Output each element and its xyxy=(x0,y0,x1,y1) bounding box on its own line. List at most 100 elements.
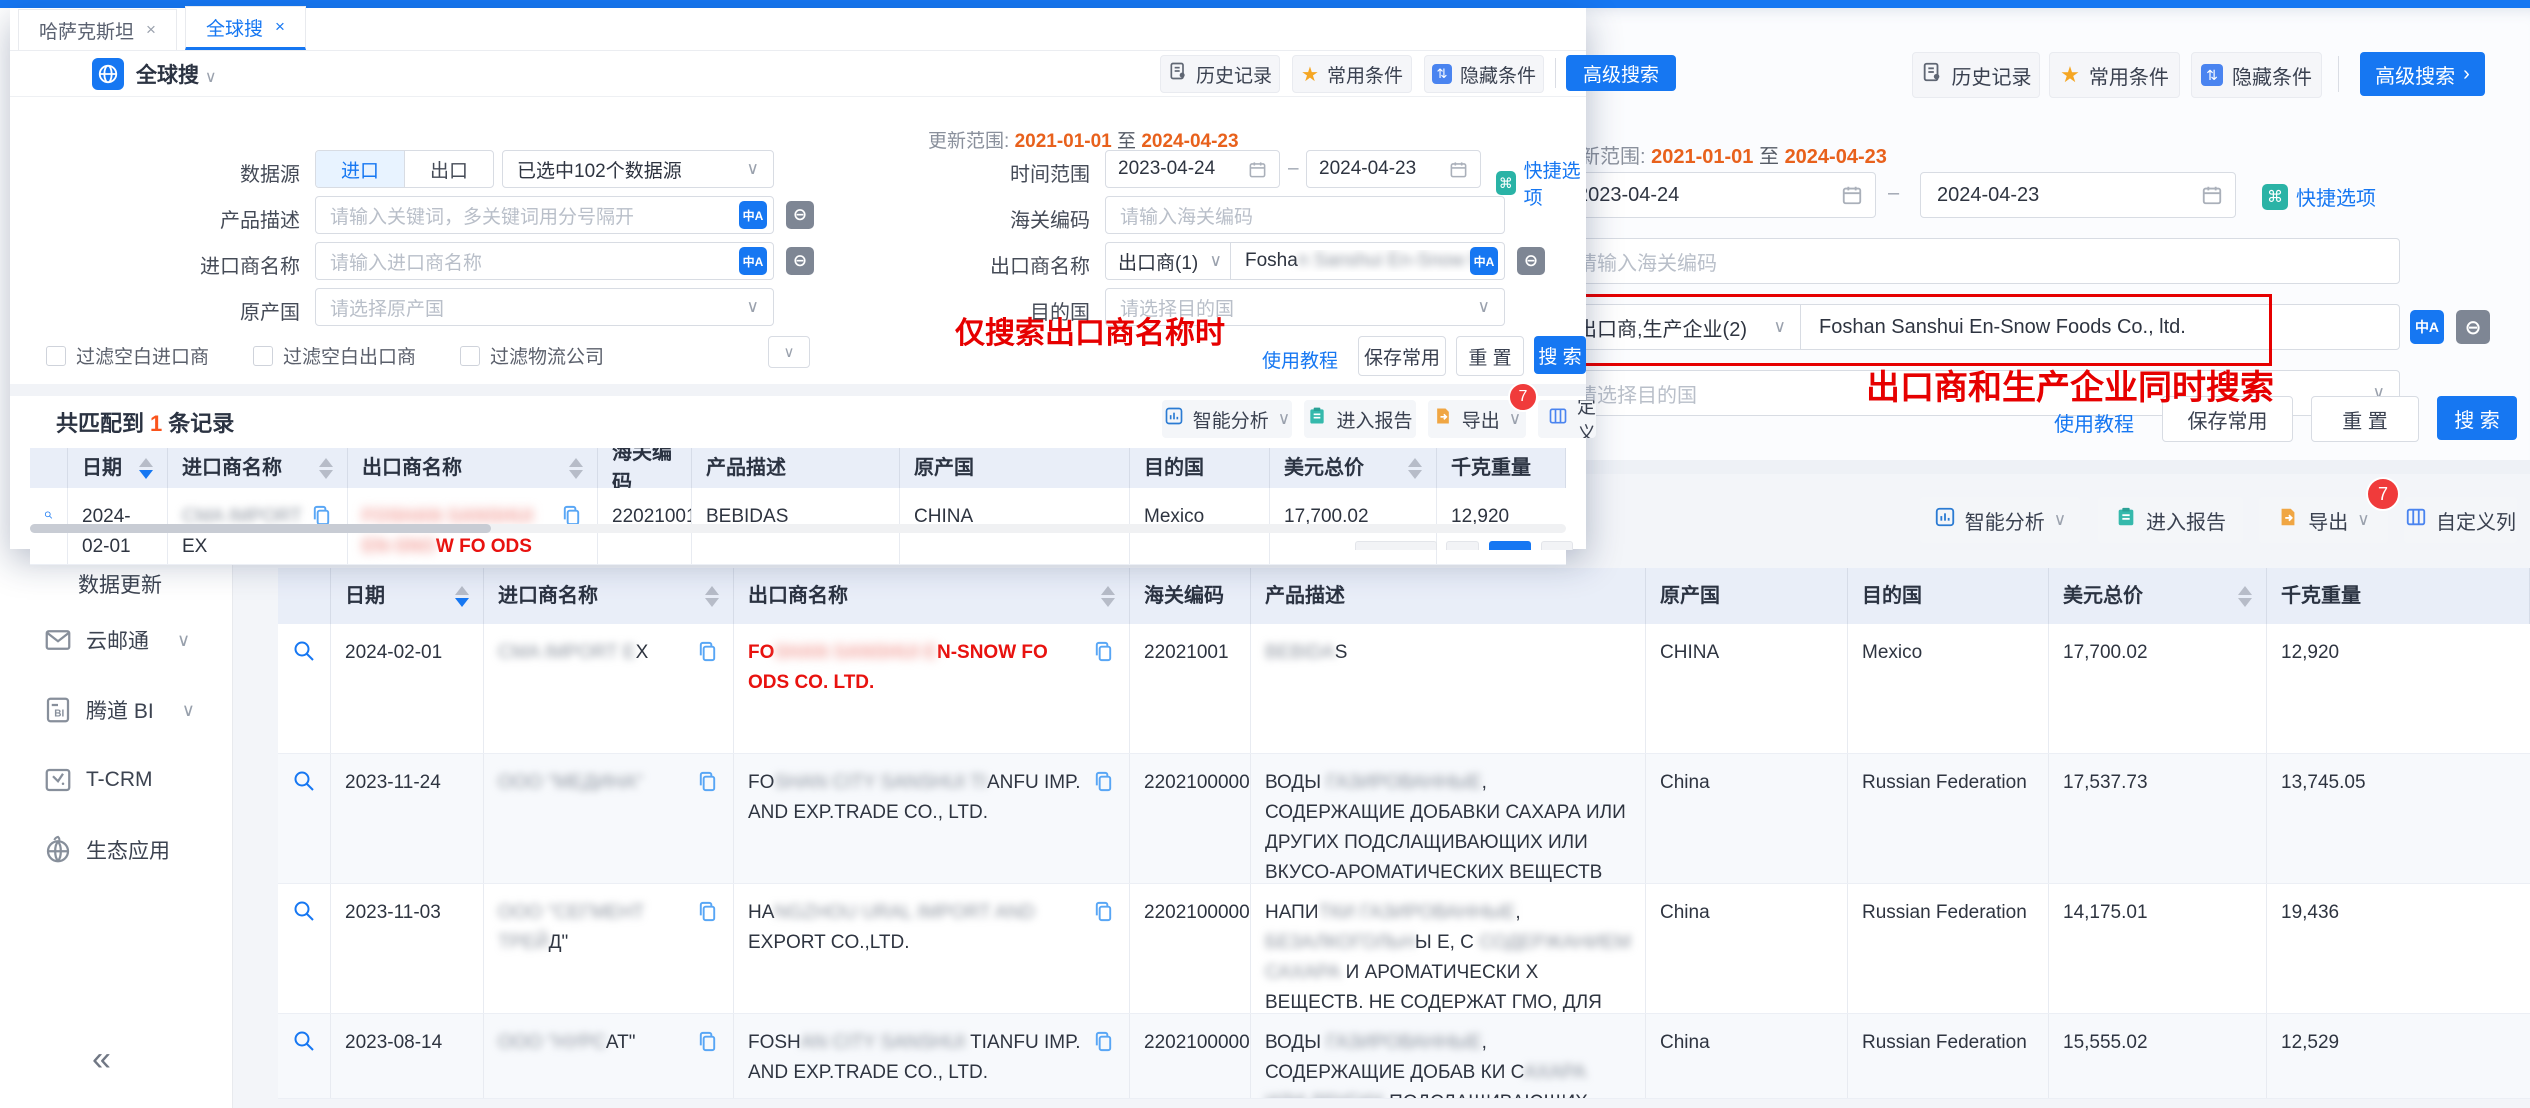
search-button[interactable]: 搜 索 xyxy=(2437,396,2517,440)
favorites-button[interactable]: ★ 常用条件 xyxy=(1292,55,1412,93)
custom-columns-button[interactable]: 自定义列 xyxy=(1538,400,1596,438)
custom-columns-button[interactable]: 自定义列 xyxy=(2404,497,2517,543)
date-from-input[interactable]: 2023-04-24 xyxy=(1105,150,1280,188)
column-header[interactable]: 千克重量 xyxy=(2267,568,2530,624)
date-to-input[interactable]: 2024-04-23 xyxy=(1920,172,2236,218)
reset-button[interactable]: 重 置 xyxy=(1456,336,1524,376)
filter-checkbox[interactable]: 过滤物流公司 xyxy=(460,342,604,369)
copy-icon[interactable] xyxy=(696,900,719,933)
date-to-input[interactable]: 2024-04-23 xyxy=(1306,150,1481,188)
sort-toggle[interactable] xyxy=(319,458,333,479)
column-header[interactable]: 产品描述 xyxy=(692,448,900,488)
tutorial-link[interactable]: 使用教程 xyxy=(1262,346,1338,373)
sort-toggle[interactable] xyxy=(1408,458,1422,479)
data-source-select[interactable]: 已选中102个数据源∨ xyxy=(502,150,774,188)
column-header[interactable]: 目的国 xyxy=(1848,568,2049,624)
row-zoom-icon[interactable] xyxy=(278,754,331,883)
table-row[interactable]: 2023-08-14ООО "НУРСАТ"FOSHAN CITY SANSHU… xyxy=(278,1014,2530,1099)
copy-icon[interactable] xyxy=(696,640,719,673)
toggle-export[interactable]: 出口 xyxy=(405,151,493,187)
translate-icon[interactable]: 中A xyxy=(739,247,767,275)
column-header[interactable]: 海关编码 xyxy=(1130,568,1251,624)
sort-toggle[interactable] xyxy=(139,458,153,479)
pagination-button[interactable] xyxy=(1355,541,1437,550)
toggle-import[interactable]: 进口 xyxy=(316,151,405,187)
column-header[interactable]: 日期 xyxy=(68,448,168,488)
column-header[interactable]: 目的国 xyxy=(1130,448,1270,488)
sort-toggle[interactable] xyxy=(455,586,469,607)
exporter-scope-select[interactable]: 出口商(1)∨ xyxy=(1105,242,1230,280)
sidebar-item-eco-apps[interactable]: 生态应用 xyxy=(0,826,232,874)
importer-input[interactable]: 请输入进口商名称 中A xyxy=(315,242,774,280)
enter-report-button[interactable]: 进入报告 xyxy=(1304,400,1416,438)
sort-toggle[interactable] xyxy=(2238,586,2252,607)
column-header[interactable]: 出口商名称 xyxy=(734,568,1130,624)
exclude-icon[interactable]: ⊖ xyxy=(786,201,814,229)
origin-select[interactable]: 请选择原产国∨ xyxy=(315,288,774,326)
row-zoom-icon[interactable] xyxy=(278,884,331,1013)
tab-global-search[interactable]: 全球搜× xyxy=(185,6,306,50)
copy-icon[interactable] xyxy=(696,770,719,803)
checkbox-icon[interactable] xyxy=(46,346,66,366)
checkbox-icon[interactable] xyxy=(460,346,480,366)
table-row[interactable]: 2023-11-03ООО "СЕГМЕНТ ТРЕЙД"HANGZHOU UR… xyxy=(278,884,2530,1014)
import-export-toggle[interactable]: 进口 出口 xyxy=(315,150,494,188)
translate-icon[interactable]: 中A xyxy=(1470,247,1498,275)
advanced-search-button[interactable]: 高级搜索 xyxy=(1566,55,1676,91)
product-desc-input[interactable]: 请输入关键词，多关键词用分号隔开 中A xyxy=(315,196,774,234)
tutorial-link[interactable]: 使用教程 xyxy=(2054,408,2134,437)
date-from-input[interactable]: 2023-04-24 xyxy=(1560,172,1876,218)
history-button[interactable]: 历史记录 xyxy=(1912,52,2040,98)
hs-code-input[interactable]: 请输入海关编码 xyxy=(1105,196,1505,234)
favorites-button[interactable]: ★ 常用条件 xyxy=(2049,52,2180,98)
tab-kazakhstan[interactable]: 哈萨克斯坦× xyxy=(18,9,177,50)
sidebar-item-cloud-mail[interactable]: 云邮通∨ xyxy=(0,616,232,664)
column-header[interactable]: 千克重量 xyxy=(1437,448,1566,488)
close-icon[interactable]: × xyxy=(275,17,285,37)
filter-checkbox[interactable]: 过滤空白出口商 xyxy=(253,342,416,369)
pagination-button[interactable] xyxy=(1446,541,1479,550)
hide-conditions-button[interactable]: ⇅ 隐藏条件 xyxy=(1424,55,1544,93)
exclude-icon[interactable]: ⊖ xyxy=(1517,247,1545,275)
copy-icon[interactable] xyxy=(1092,640,1115,673)
collapse-form-button[interactable]: ∨ xyxy=(768,336,810,368)
enter-report-button[interactable]: 进入报告 xyxy=(2098,497,2243,543)
copy-icon[interactable] xyxy=(696,1030,719,1063)
sort-toggle[interactable] xyxy=(705,586,719,607)
translate-icon[interactable]: 中A xyxy=(2410,310,2444,344)
table-row[interactable]: 2023-11-24ООО "МЕДИНА"FOSHAN CITY SANSHU… xyxy=(278,754,2530,884)
column-header[interactable]: 美元总价 xyxy=(2049,568,2267,624)
sidebar-item-t-crm[interactable]: T-CRM xyxy=(0,756,232,804)
chevron-down-icon[interactable]: ∨ xyxy=(205,69,217,86)
exporter-company-input[interactable]: Foshan Sanshui En-Snow Foods Co, ltd. 中A xyxy=(1230,242,1505,280)
scrollbar-thumb[interactable] xyxy=(30,524,491,533)
exclude-icon[interactable]: ⊖ xyxy=(786,247,814,275)
hs-code-input[interactable]: 请输入海关编码 xyxy=(1560,238,2400,284)
checkbox-icon[interactable] xyxy=(253,346,273,366)
column-header[interactable]: 产品描述 xyxy=(1251,568,1646,624)
table-row[interactable]: 2024-02-01CMA IMPORT EXFOSHAN SANSHUI EN… xyxy=(278,624,2530,754)
copy-icon[interactable] xyxy=(1092,900,1115,933)
sort-toggle[interactable] xyxy=(1101,586,1115,607)
smart-analysis-button[interactable]: 智能分析∨ xyxy=(1162,400,1292,438)
close-icon[interactable]: × xyxy=(146,20,156,40)
history-button[interactable]: 历史记录 xyxy=(1160,55,1280,93)
filter-checkbox[interactable]: 过滤空白进口商 xyxy=(46,342,209,369)
column-header[interactable]: 进口商名称 xyxy=(168,448,348,488)
copy-icon[interactable] xyxy=(1092,770,1115,803)
column-header[interactable]: 美元总价 xyxy=(1270,448,1437,488)
sidebar-collapse-icon[interactable]: « xyxy=(92,1040,111,1079)
advanced-search-button[interactable]: 高级搜索› xyxy=(2360,52,2485,96)
column-header[interactable]: 进口商名称 xyxy=(484,568,734,624)
column-header[interactable]: 出口商名称 xyxy=(348,448,598,488)
row-zoom-icon[interactable] xyxy=(278,624,331,753)
hide-conditions-button[interactable]: ⇅ 隐藏条件 xyxy=(2191,52,2322,98)
column-header[interactable]: 原产国 xyxy=(900,448,1130,488)
sidebar-item-tengdao-bi[interactable]: BI腾道 BI∨ xyxy=(0,686,232,734)
save-favorite-button[interactable]: 保存常用 xyxy=(1358,336,1446,376)
translate-icon[interactable]: 中A xyxy=(739,201,767,229)
pagination-button[interactable] xyxy=(1541,541,1573,550)
copy-icon[interactable] xyxy=(1092,1030,1115,1063)
column-header[interactable]: 日期 xyxy=(331,568,484,624)
quick-options-link[interactable]: ⌘快捷选项 xyxy=(2262,182,2376,211)
